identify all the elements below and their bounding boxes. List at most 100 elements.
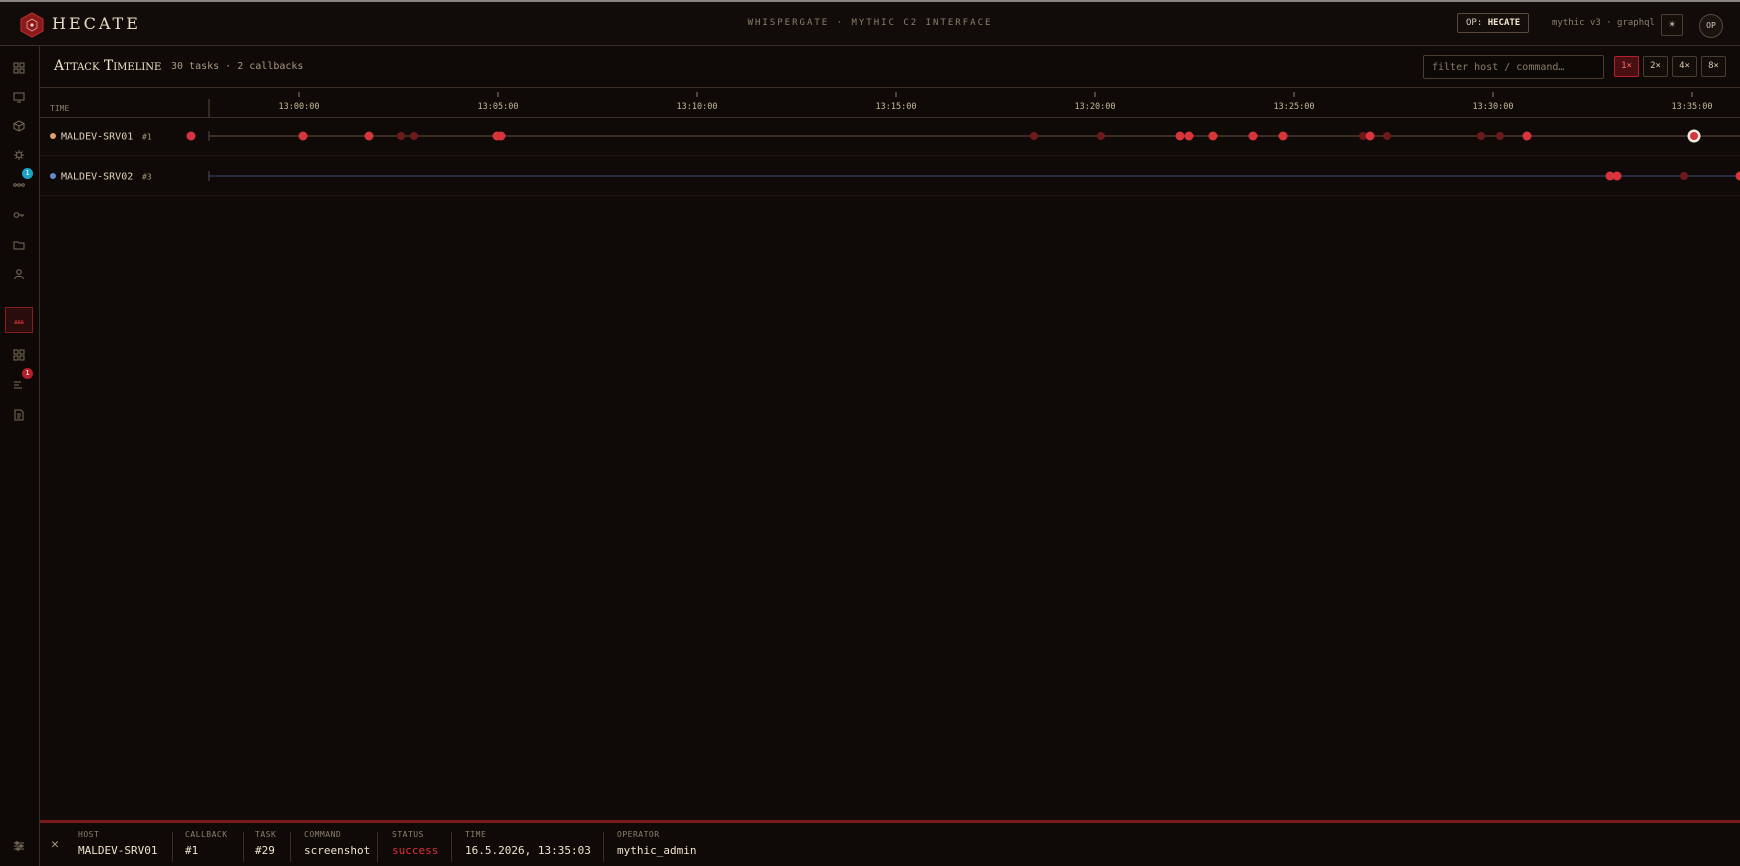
sidebar-item-network[interactable]: 1 [5, 168, 33, 198]
folder-icon [13, 241, 25, 250]
task-event-dot[interactable] [1097, 132, 1105, 140]
task-event-dot[interactable] [298, 131, 308, 141]
task-event-dot[interactable] [1184, 131, 1194, 141]
close-icon[interactable]: ✕ [48, 838, 62, 852]
detail-time: TIME 16.5.2026, 13:35:03 [465, 830, 591, 862]
host-name[interactable]: MALDEV-SRV02 [61, 172, 133, 183]
notification-badge: 1 [22, 168, 33, 179]
document-icon [14, 409, 24, 421]
detail-command-label: COMMAND [304, 830, 342, 839]
callback-id: #3 [142, 173, 152, 182]
task-event-dot[interactable] [1612, 171, 1622, 181]
detail-command: COMMAND screenshot [304, 830, 370, 862]
sidebar-item-list[interactable]: 1 [5, 368, 33, 398]
sidebar-item-cube[interactable] [5, 113, 33, 139]
footer-accent-bar [40, 820, 1740, 823]
avatar[interactable]: OP [1699, 14, 1723, 38]
task-event-dot[interactable] [1365, 131, 1375, 141]
grid-icon [13, 62, 25, 74]
detail-time-value: 16.5.2026, 13:35:03 [465, 844, 591, 857]
task-event-dot[interactable] [1522, 131, 1532, 141]
task-event-dot[interactable] [496, 131, 506, 141]
detail-time-label: TIME [465, 830, 487, 839]
network-icon [13, 183, 25, 187]
detail-command-value: screenshot [304, 844, 371, 857]
sidebar-item-user[interactable] [5, 261, 33, 287]
time-tick-label: 13:30:00 [1473, 102, 1514, 112]
sidebar-item-timeline[interactable] [5, 307, 33, 333]
key-icon [13, 212, 24, 218]
user-icon [14, 269, 24, 280]
host-status-dot [50, 133, 56, 139]
time-column-label: TIME [50, 104, 69, 113]
page-title: Attack Timeline [54, 58, 162, 74]
page-subtitle: 30 tasks · 2 callbacks [171, 61, 304, 72]
divider [377, 832, 378, 862]
task-event-dot[interactable] [364, 131, 374, 141]
sidebar-item-bug[interactable] [5, 142, 33, 168]
sidebar-item-monitor[interactable] [5, 84, 33, 110]
detail-status-value: success [392, 844, 439, 857]
main-content: Attack Timeline 30 tasks · 2 callbacks 1… [40, 46, 1740, 820]
operation-badge[interactable]: OP: HECATE [1457, 13, 1530, 33]
task-detail-footer: ✕ HOST MALDEV-SRV01 CALLBACK #1 TASK #29… [40, 820, 1740, 866]
cube-icon [13, 120, 25, 132]
operation-prefix: OP: [1466, 18, 1483, 28]
detail-callback-value: #1 [185, 844, 199, 857]
detail-host-label: HOST [78, 830, 100, 839]
zoom-button-2[interactable]: 2× [1643, 56, 1668, 77]
operation-name: HECATE [1487, 18, 1521, 28]
divider [603, 832, 604, 862]
task-event-dot[interactable] [1680, 172, 1688, 180]
selected-task-dot-core [1690, 132, 1698, 140]
detail-operator: OPERATOR mythic_admin [617, 830, 696, 862]
sidebar: 11 [0, 46, 40, 866]
time-tick-label: 13:20:00 [1075, 102, 1116, 112]
task-event-dot[interactable] [1175, 131, 1185, 141]
top-bar: HECATE WHISPERGATE · MYTHIC C2 INTERFACE… [0, 2, 1740, 46]
sidebar-item-settings[interactable] [5, 833, 33, 859]
theme-toggle-button[interactable]: ☀ [1661, 14, 1683, 36]
task-event-dot[interactable] [1278, 131, 1288, 141]
divider [243, 832, 244, 862]
zoom-button-3[interactable]: 4× [1672, 56, 1697, 77]
task-event-dot[interactable] [1248, 131, 1258, 141]
time-tick-label: 13:10:00 [677, 102, 718, 112]
detail-status-label: STATUS [392, 830, 424, 839]
task-event-dot[interactable] [1496, 132, 1504, 140]
sidebar-item-folder[interactable] [5, 232, 33, 258]
detail-task-label: TASK [255, 830, 277, 839]
task-event-dot[interactable] [1735, 171, 1740, 181]
sidebar-item-grid[interactable] [5, 55, 33, 81]
timeline-chart[interactable]: TIME 13:00:00 13:05:00 13:10:00 13:15:00 13:2… [40, 89, 1740, 249]
list-icon [14, 381, 22, 389]
time-tick-label: 13:00:00 [279, 102, 320, 112]
task-event-dot[interactable] [186, 131, 196, 141]
task-event-dot[interactable] [1477, 132, 1485, 140]
divider [172, 832, 173, 862]
sun-icon: ☀ [1668, 18, 1676, 31]
detail-callback-label: CALLBACK [185, 830, 228, 839]
divider [451, 832, 452, 862]
task-event-dot[interactable] [1030, 132, 1038, 140]
callback-id: #1 [142, 133, 152, 142]
sidebar-item-document[interactable] [5, 402, 33, 428]
host-name[interactable]: MALDEV-SRV01 [61, 132, 133, 143]
sidebar-item-apps[interactable] [5, 342, 33, 368]
zoom-button-1[interactable]: 1× [1614, 56, 1639, 77]
task-event-dot[interactable] [397, 132, 405, 140]
task-event-dot[interactable] [410, 132, 418, 140]
page-header: Attack Timeline 30 tasks · 2 callbacks 1… [40, 46, 1740, 88]
bug-icon [14, 150, 24, 160]
time-tick-label: 13:05:00 [478, 102, 519, 112]
filter-input[interactable] [1423, 55, 1604, 79]
zoom-button-4[interactable]: 8× [1701, 56, 1726, 77]
monitor-icon [13, 92, 25, 103]
sidebar-item-key[interactable] [5, 202, 33, 228]
detail-status: STATUS success [392, 830, 438, 862]
detail-callback: CALLBACK #1 [185, 830, 228, 862]
detail-host: HOST MALDEV-SRV01 [78, 830, 157, 862]
task-event-dot[interactable] [1208, 131, 1218, 141]
brand-name: HECATE [52, 14, 141, 33]
task-event-dot[interactable] [1383, 132, 1391, 140]
